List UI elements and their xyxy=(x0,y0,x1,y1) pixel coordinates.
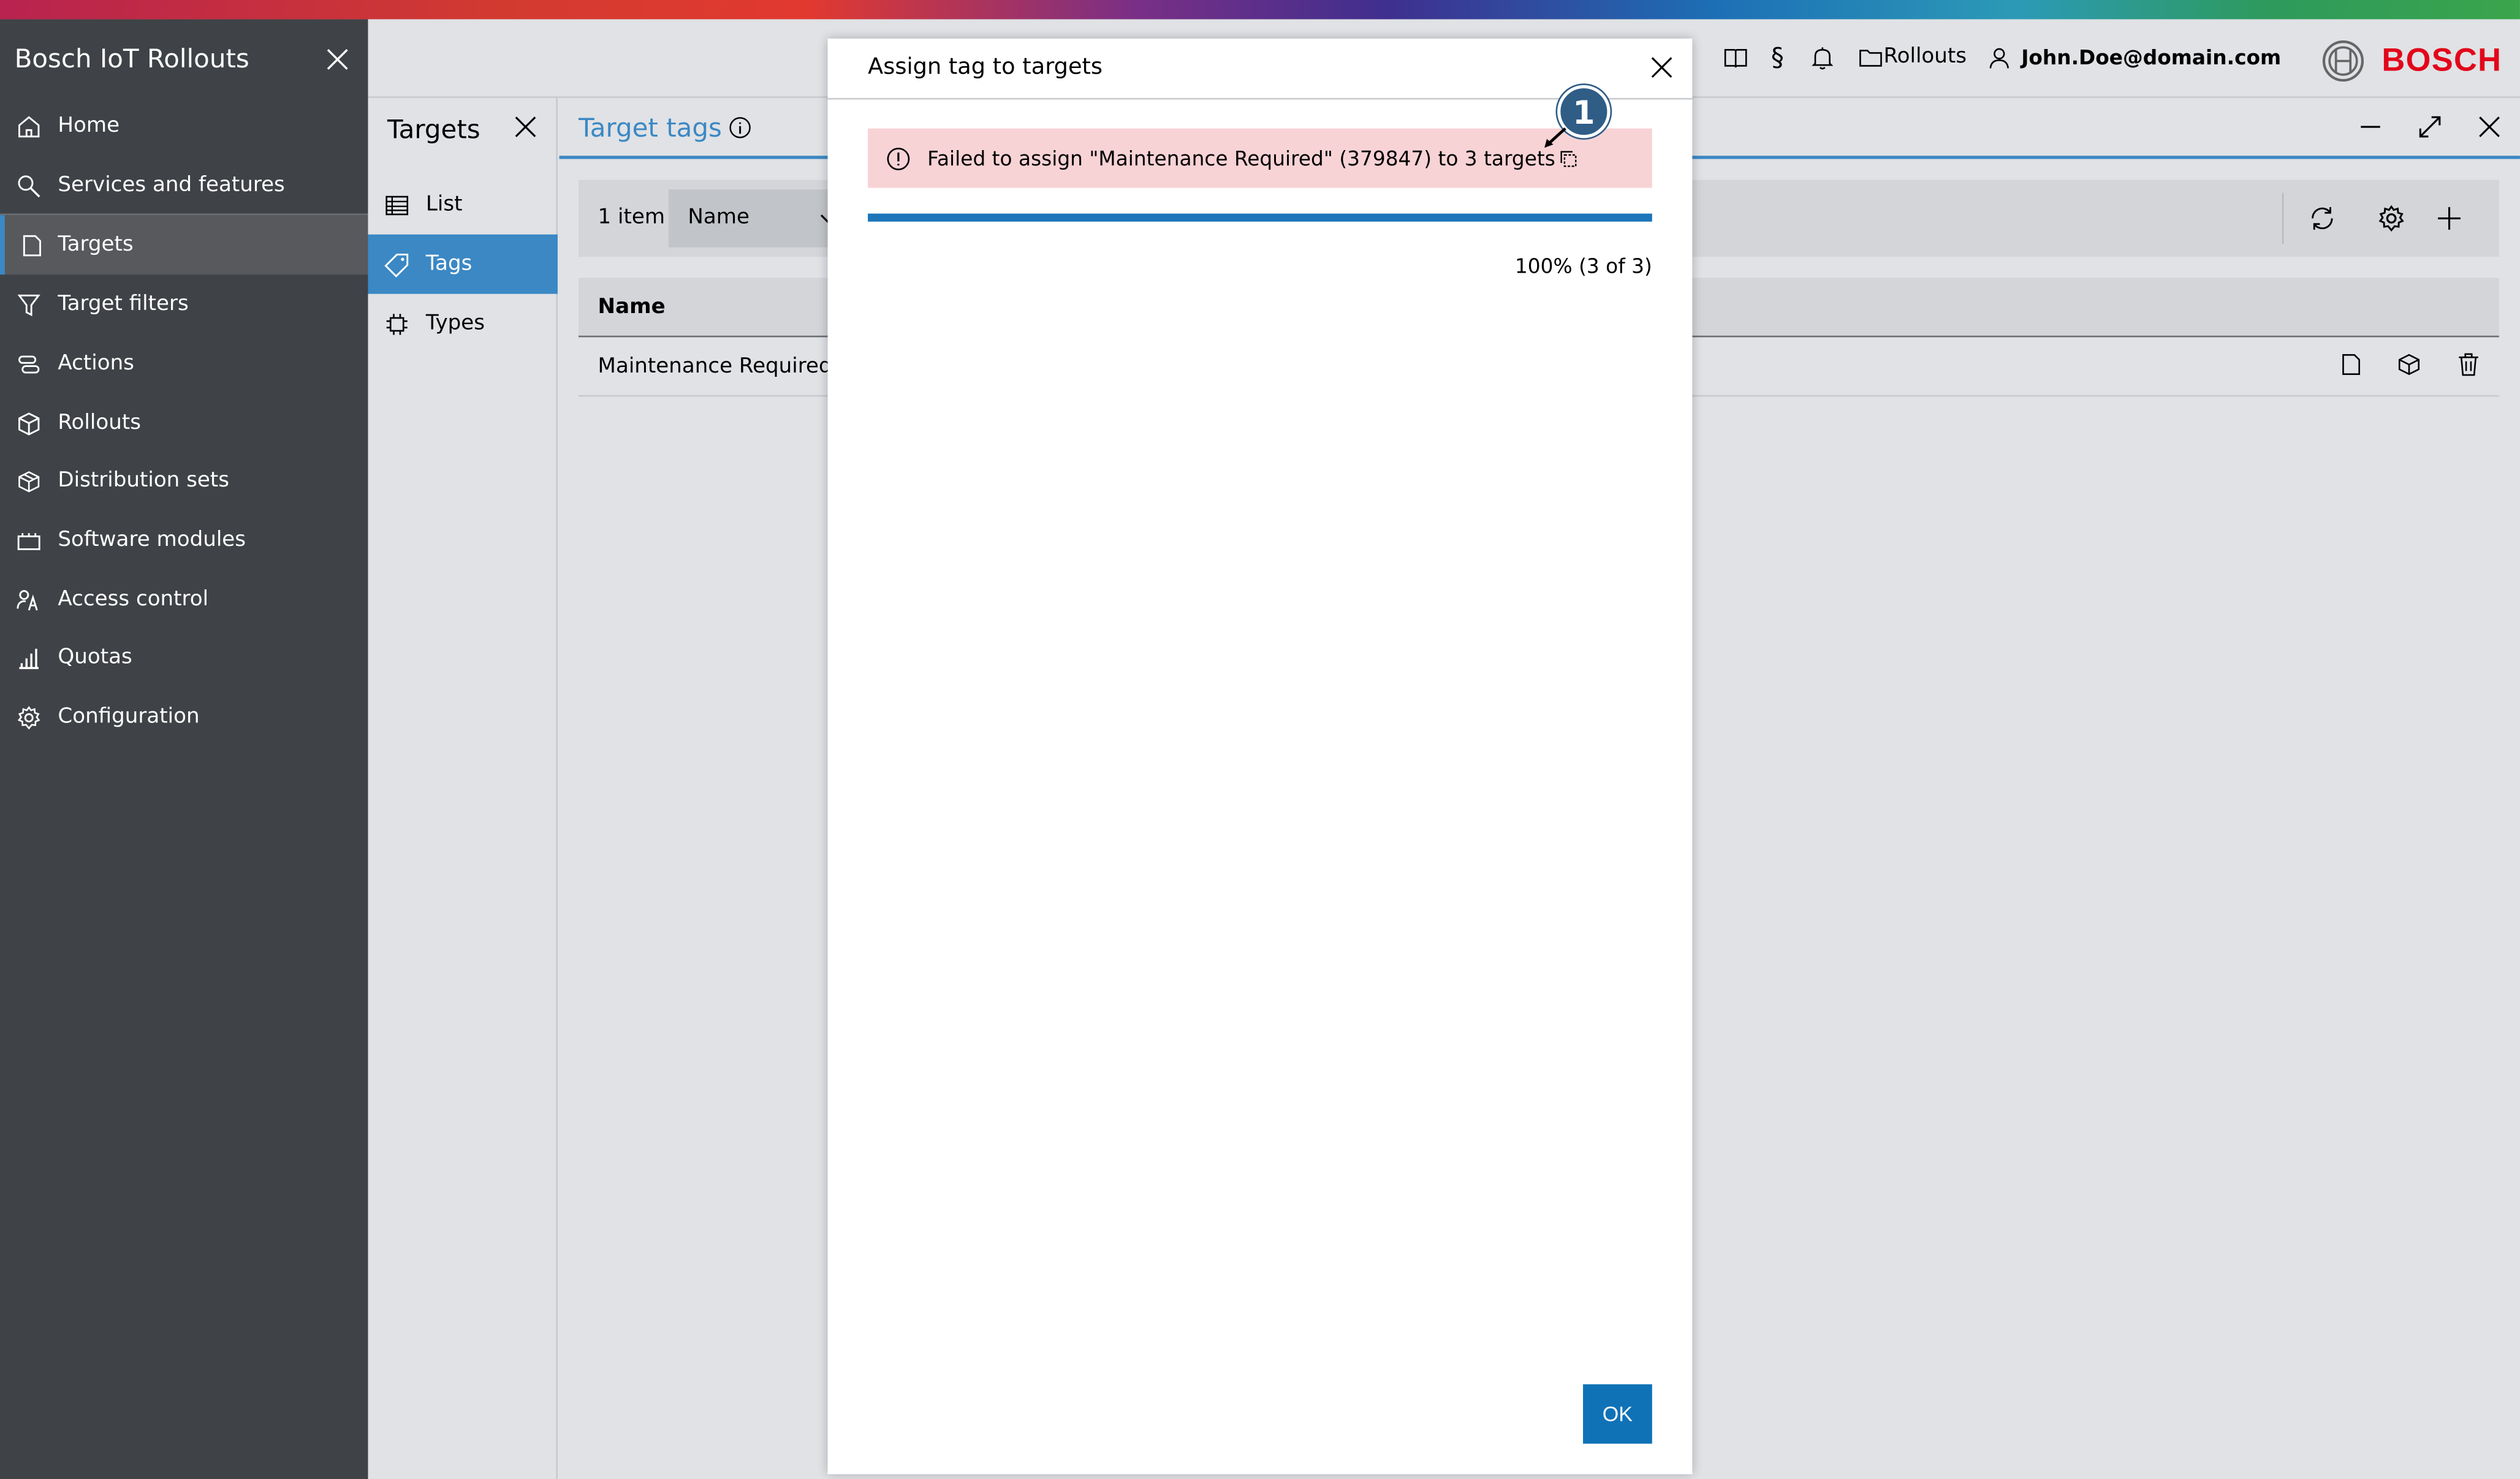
supergraphic-band xyxy=(0,0,2520,20)
user-menu[interactable]: John.Doe@domain.com xyxy=(1986,44,2282,70)
sort-select-value: Name xyxy=(688,205,750,230)
subnav-item-label: Tags xyxy=(425,252,473,276)
sidebar-item-label: Targets xyxy=(58,233,134,257)
refresh-icon[interactable] xyxy=(2308,204,2337,233)
sidebar-item-target-filters[interactable]: Target filters xyxy=(0,274,368,334)
rollouts-context-button[interactable]: Rollouts xyxy=(1858,44,1967,70)
column-header-name[interactable]: Name xyxy=(598,295,666,319)
progress-label: 100% (3 of 3) xyxy=(1514,254,1652,278)
subnav-item-list[interactable]: List xyxy=(368,175,558,235)
filter-icon xyxy=(0,292,58,317)
toolbar-divider xyxy=(2282,192,2284,244)
sidebar-item-services[interactable]: Services and features xyxy=(0,156,368,215)
subnav-item-tags[interactable]: Tags xyxy=(368,234,558,294)
page-title-text: Target tags xyxy=(579,112,722,143)
close-icon[interactable] xyxy=(2476,114,2502,140)
bosch-armature-icon xyxy=(2322,40,2364,82)
delete-icon[interactable] xyxy=(2456,352,2481,377)
sidebar-item-targets[interactable]: Targets xyxy=(0,215,368,275)
sidebar-item-label: Target filters xyxy=(58,292,189,317)
settings-icon[interactable] xyxy=(2377,204,2406,233)
home-icon xyxy=(0,113,58,139)
warning-icon xyxy=(887,146,910,170)
dialog-header: Assign tag to targets xyxy=(827,39,1693,100)
bell-icon[interactable] xyxy=(1810,44,1835,70)
sidebar-item-software-modules[interactable]: Software modules xyxy=(0,511,368,570)
user-email: John.Doe@domain.com xyxy=(2021,45,2282,69)
brand-name: BOSCH xyxy=(2381,42,2502,78)
sidebar-item-label: Configuration xyxy=(58,705,200,729)
user-icon xyxy=(1989,47,2009,68)
sidebar-item-configuration[interactable]: Configuration xyxy=(0,687,368,747)
progress-bar xyxy=(868,213,1652,222)
sidebar-item-label: Quotas xyxy=(58,645,132,670)
sidebar-item-rollouts[interactable]: Rollouts xyxy=(0,393,368,453)
close-sidebar-icon[interactable] xyxy=(325,47,351,72)
main-sidebar: Bosch IoT Rollouts Home Services and fea… xyxy=(0,19,368,1479)
close-icon[interactable] xyxy=(1650,56,1673,79)
sidebar-item-label: Actions xyxy=(58,352,134,376)
app-title: Bosch IoT Rollouts xyxy=(14,43,249,74)
copy-icon[interactable] xyxy=(1558,148,1577,167)
edit-icon[interactable] xyxy=(2339,352,2364,377)
sidebar-item-label: Access control xyxy=(58,588,209,612)
sidebar-item-label: Software modules xyxy=(58,528,246,553)
info-icon[interactable] xyxy=(728,116,752,140)
sidebar-item-actions[interactable]: Actions xyxy=(0,334,368,393)
search-icon xyxy=(0,173,58,199)
subnav-item-label: Types xyxy=(425,311,485,336)
gear-icon xyxy=(0,704,58,730)
sidebar-item-quotas[interactable]: Quotas xyxy=(0,628,368,687)
bosch-logo: BOSCH xyxy=(2321,39,2502,83)
access-icon xyxy=(0,587,58,613)
subnav-title: Targets xyxy=(387,114,480,145)
assign-tag-dialog: Assign tag to targets Failed to assign "… xyxy=(827,38,1693,1475)
add-icon[interactable] xyxy=(2435,204,2464,233)
modules-icon xyxy=(0,528,58,553)
close-icon[interactable] xyxy=(514,116,537,138)
tag-icon xyxy=(368,251,426,277)
error-alert: Failed to assign "Maintenance Required" … xyxy=(868,128,1652,188)
alert-message: Failed to assign "Maintenance Required" … xyxy=(927,146,1555,170)
legal-icon[interactable]: § xyxy=(1771,42,1784,72)
book-icon[interactable] xyxy=(1723,44,1748,70)
minimize-icon[interactable] xyxy=(2358,114,2383,140)
sidebar-item-label: Rollouts xyxy=(58,411,141,436)
context-label: Rollouts xyxy=(1883,45,1967,69)
ok-button[interactable]: OK xyxy=(1583,1384,1652,1444)
sidebar-item-home[interactable]: Home xyxy=(0,96,368,156)
item-count: 1 item xyxy=(598,205,666,230)
maximize-icon[interactable] xyxy=(2417,114,2443,140)
sidebar-item-access-control[interactable]: Access control xyxy=(0,570,368,629)
distribution-icon xyxy=(0,468,58,494)
callout-number: 1 xyxy=(1573,92,1595,131)
row-name: Maintenance Required xyxy=(598,355,832,379)
rollouts-icon xyxy=(0,410,58,436)
package-icon[interactable] xyxy=(2396,352,2422,377)
subnav-item-label: List xyxy=(425,192,463,217)
sidebar-item-label: Services and features xyxy=(58,173,285,198)
sidebar-item-label: Distribution sets xyxy=(58,469,230,493)
sidebar-item-distribution-sets[interactable]: Distribution sets xyxy=(0,452,368,511)
dialog-title: Assign tag to targets xyxy=(868,55,1103,81)
actions-icon xyxy=(0,351,58,377)
progress-bar-fill xyxy=(868,213,1652,222)
targets-subnav: Targets List Tags Types xyxy=(368,97,558,1479)
sidebar-item-label: Home xyxy=(58,114,120,138)
page-title: Target tags xyxy=(579,112,753,143)
subnav-item-types[interactable]: Types xyxy=(368,294,558,354)
folder-icon xyxy=(1859,48,1882,66)
callout-arrow-icon xyxy=(1544,127,1566,148)
quotas-icon xyxy=(0,645,58,670)
chip-icon xyxy=(368,311,426,336)
header-toolbar: § Rollouts John.Doe@domain.com xyxy=(1723,42,2281,72)
sort-select[interactable]: Name xyxy=(668,189,846,248)
targets-icon xyxy=(5,232,58,258)
list-icon xyxy=(368,192,426,218)
